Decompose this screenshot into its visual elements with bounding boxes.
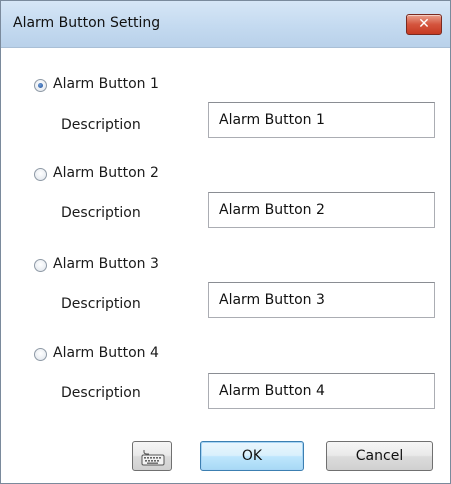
keyboard-button[interactable] [132, 441, 172, 471]
cancel-button[interactable]: Cancel [326, 441, 433, 471]
description-label-1: Description [61, 117, 141, 133]
title-bar[interactable]: Alarm Button Setting ✕ [1, 1, 450, 48]
description-input-2[interactable] [208, 192, 435, 228]
radio-alarm-1[interactable] [34, 79, 47, 92]
description-label-4: Description [61, 385, 141, 401]
close-icon: ✕ [418, 16, 430, 32]
window-title: Alarm Button Setting [13, 15, 161, 31]
radio-alarm-4[interactable] [34, 348, 47, 361]
alarm-label-1: Alarm Button 1 [53, 76, 159, 92]
alarm-label-4: Alarm Button 4 [53, 345, 159, 361]
description-input-4[interactable] [208, 373, 435, 409]
alarm-label-3: Alarm Button 3 [53, 256, 159, 272]
description-label-3: Description [61, 296, 141, 312]
description-label-2: Description [61, 205, 141, 221]
alarm-label-2: Alarm Button 2 [53, 165, 159, 181]
keyboard-icon [141, 448, 165, 476]
description-input-3[interactable] [208, 282, 435, 318]
radio-alarm-3[interactable] [34, 259, 47, 272]
description-input-1[interactable] [208, 102, 435, 138]
alarm-button-setting-dialog: Alarm Button Setting ✕ Alarm Button 1 De… [0, 0, 451, 484]
radio-alarm-2[interactable] [34, 168, 47, 181]
close-button[interactable]: ✕ [406, 14, 442, 35]
ok-button[interactable]: OK [200, 441, 304, 471]
